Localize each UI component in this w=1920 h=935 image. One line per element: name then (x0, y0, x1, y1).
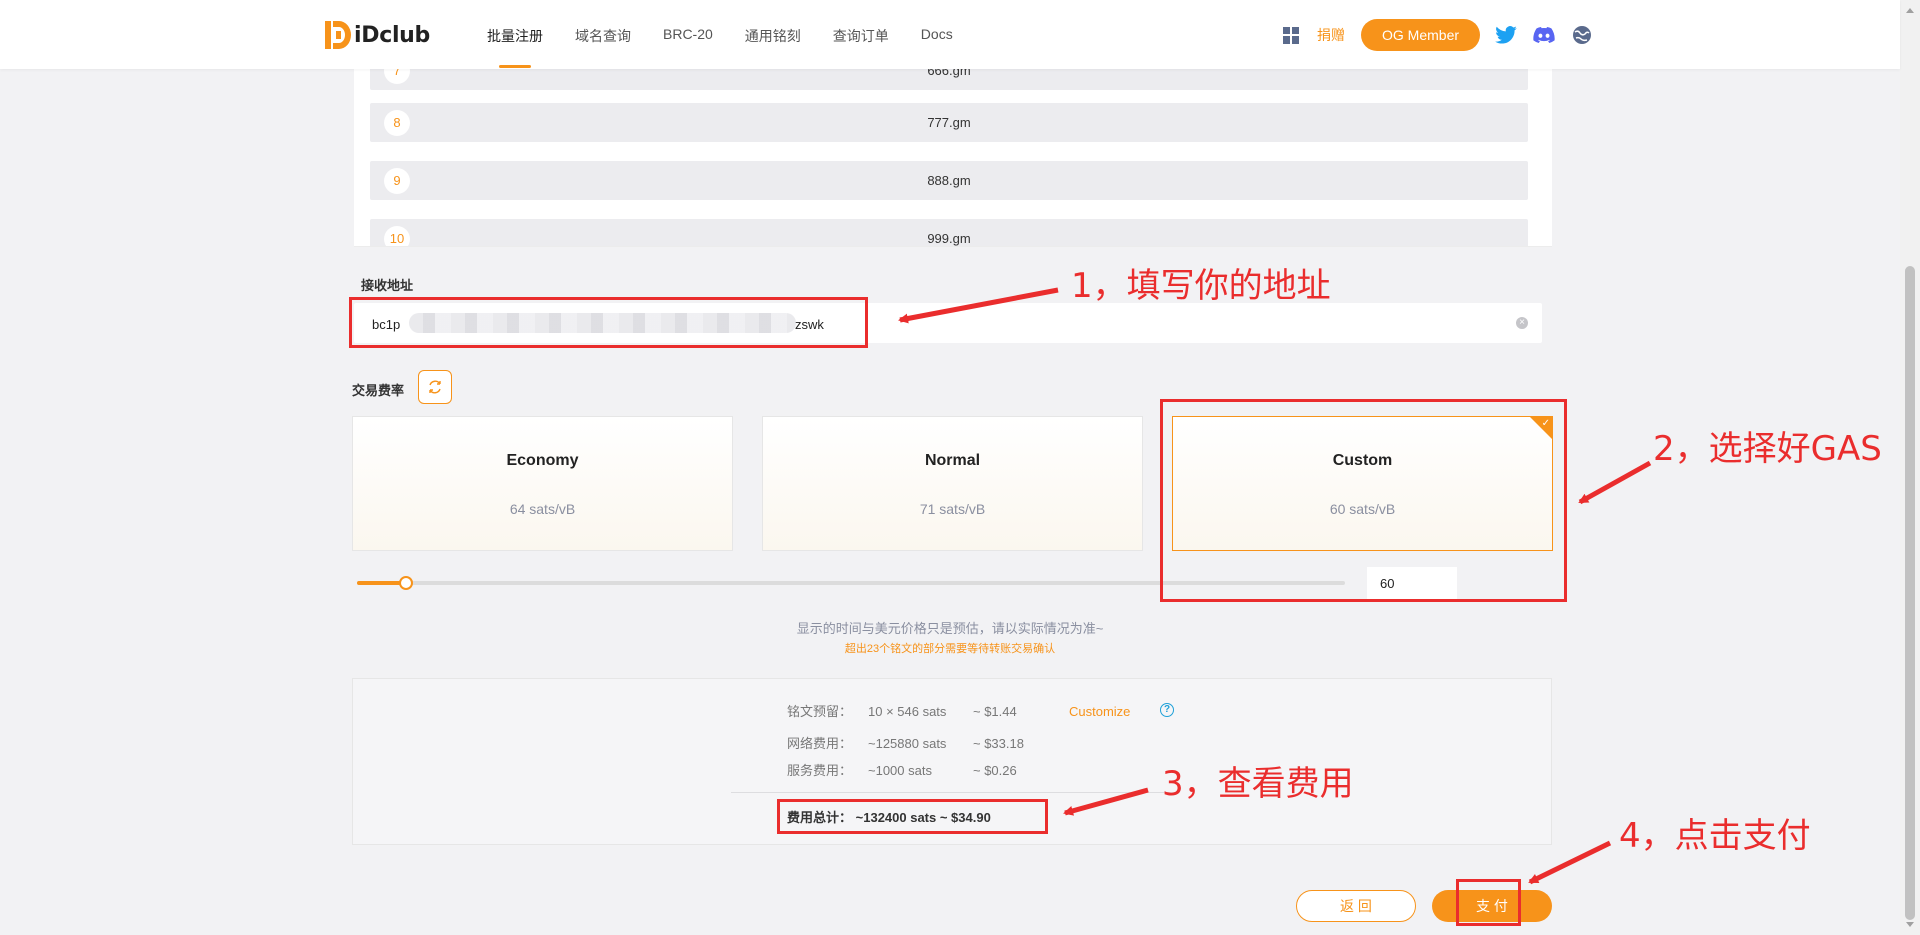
logo[interactable]: iDclub (325, 21, 430, 49)
nav-batch-register[interactable]: 批量注册 (487, 26, 543, 68)
page-scrollbar[interactable] (1900, 0, 1920, 935)
help-icon[interactable]: ? (1160, 703, 1174, 717)
refresh-button[interactable] (418, 370, 452, 404)
list-item-domain: 999.gm (927, 231, 971, 246)
list-item-domain: 888.gm (927, 173, 971, 188)
annotation-box-address (349, 297, 868, 348)
nav-inscribe[interactable]: 通用铭刻 (745, 26, 801, 46)
customize-link[interactable]: Customize (1069, 704, 1130, 719)
nav-orders[interactable]: 查询订单 (833, 26, 889, 46)
list-item: 8 777.gm (370, 103, 1528, 142)
twitter-icon[interactable] (1494, 23, 1518, 47)
estimate-note: 显示的时间与美元价格只是预估，请以实际情况为准~ (796, 621, 1104, 636)
annotation-step1: 1，填写你的地址 (1071, 266, 1331, 306)
og-member-button[interactable]: OG Member (1361, 19, 1481, 51)
annotation-box-total (777, 799, 1048, 834)
annotation-step3: 3，查看费用 (1162, 764, 1354, 804)
annotation-arrow-2 (1578, 460, 1652, 505)
fee-slider-handle[interactable] (399, 576, 414, 590)
annotation-step2: 2，选择好GAS (1653, 429, 1882, 469)
annotation-step4: 4，点击支付 (1619, 816, 1811, 856)
summary-row-inscription: 铭文预留： 10 × 546 sats ~ $1.44 (787, 704, 1017, 719)
summary-row-service: 服务费用： ~1000 sats ~ $0.26 (787, 763, 1017, 778)
logo-text: iDclub (354, 22, 430, 48)
address-label: 接收地址 (361, 278, 414, 293)
back-button[interactable]: 返 回 (1296, 890, 1416, 922)
summary-row-network: 网络费用： ~125880 sats ~ $33.18 (787, 736, 1024, 751)
refresh-icon (429, 380, 441, 394)
list-item: 10 999.gm (370, 219, 1528, 246)
globe-icon[interactable] (1570, 23, 1594, 47)
discord-icon[interactable] (1532, 23, 1556, 47)
scroll-up-icon[interactable] (1906, 8, 1914, 13)
header-actions: 捐赠 OG Member (1283, 19, 1608, 51)
fee-option-title: Economy (506, 452, 579, 469)
confirmation-warning: 超出23个铭文的部分需要等待转账交易确认 (844, 643, 1056, 655)
top-header: iDclub 批量注册 域名查询 BRC-20 通用铭刻 查询订单 Docs 捐… (0, 0, 1900, 69)
donate-link[interactable]: 捐赠 (1317, 25, 1345, 45)
grid-icon[interactable] (1283, 26, 1300, 44)
summary-divider (731, 792, 1179, 793)
nav-domain-search[interactable]: 域名查询 (575, 26, 631, 46)
annotation-box-gas (1160, 399, 1567, 602)
fee-option-rate: 71 sats/vB (919, 501, 986, 517)
nav-docs[interactable]: Docs (921, 26, 953, 46)
domain-list: 7 666.gm 8 777.gm 9 888.gm 10 999.gm (354, 69, 1552, 247)
main-nav: 批量注册 域名查询 BRC-20 通用铭刻 查询订单 Docs (487, 26, 985, 68)
list-item: 7 666.gm (370, 69, 1528, 90)
fee-rate-label: 交易费率 (352, 383, 405, 398)
nav-brc20[interactable]: BRC-20 (663, 26, 713, 46)
scroll-thumb[interactable] (1905, 266, 1915, 920)
fee-option-economy[interactable]: Economy 64 sats/vB (352, 416, 733, 551)
list-item-domain: 666.gm (927, 69, 971, 78)
list-item-domain: 777.gm (927, 115, 971, 130)
list-item: 9 888.gm (370, 161, 1528, 200)
annotation-box-pay (1456, 879, 1521, 926)
fee-option-normal[interactable]: Normal 71 sats/vB (762, 416, 1143, 551)
annotation-arrow-4 (1528, 840, 1612, 885)
fee-option-title: Normal (924, 452, 981, 469)
scroll-down-icon[interactable] (1906, 922, 1914, 927)
clear-icon[interactable]: × (1516, 317, 1528, 329)
idclub-logo-icon (325, 21, 351, 49)
fee-option-rate: 64 sats/vB (509, 501, 576, 517)
